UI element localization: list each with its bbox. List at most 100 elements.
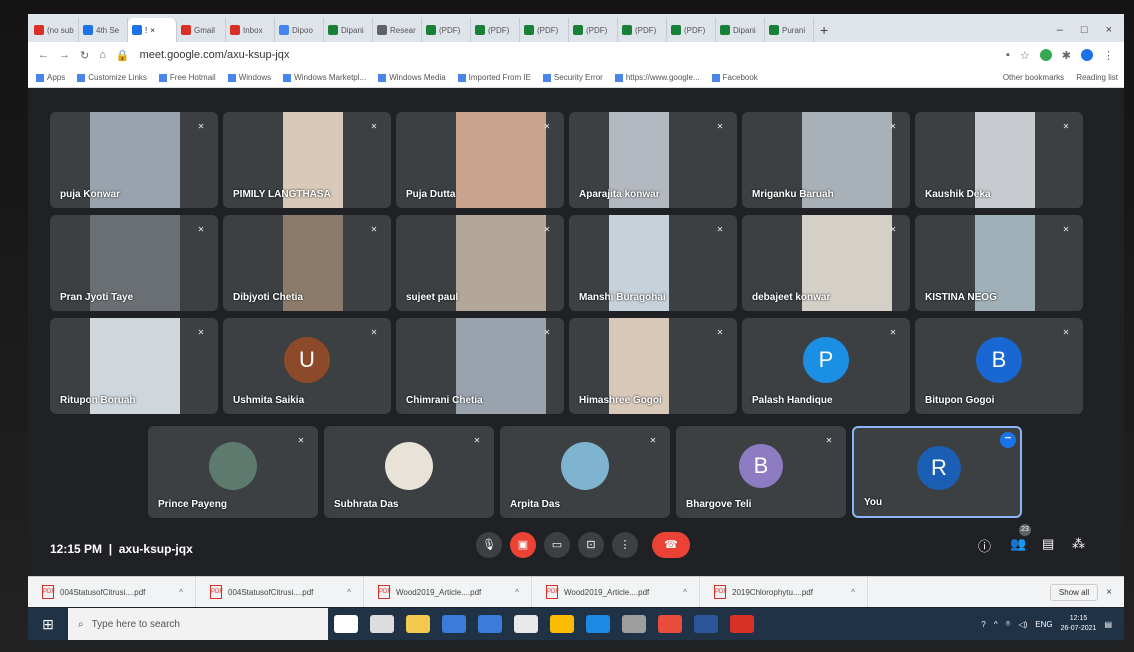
browser-tab[interactable]: (PDF) xyxy=(471,18,520,42)
end-call-button[interactable]: ☎ xyxy=(652,532,690,558)
browser-tab[interactable]: Inbox xyxy=(226,18,275,42)
browser-tab[interactable]: (no sub xyxy=(30,18,79,42)
bookmark-item[interactable]: https://www.google... xyxy=(614,73,700,82)
present-button[interactable]: ⊡ xyxy=(578,532,604,558)
windows-start-icon[interactable]: ⊞ xyxy=(28,616,68,633)
participant-tile[interactable]: ✕ Aparajita konwar xyxy=(569,112,737,208)
cortana-icon[interactable] xyxy=(334,615,358,633)
participant-tile[interactable]: ✕ sujeet paul xyxy=(396,215,564,311)
participant-tile[interactable]: ✕ Arpita Das xyxy=(500,426,670,518)
media-icon[interactable] xyxy=(586,615,610,633)
taskbar-search[interactable]: ⌕ Type here to search xyxy=(68,608,328,640)
browser-tab[interactable]: Dipani xyxy=(324,18,373,42)
minimize-icon[interactable]: – xyxy=(1057,24,1063,36)
info-icon[interactable]: ⓘ xyxy=(978,536,991,555)
participant-tile[interactable]: ✕ Mriganku Baruah xyxy=(742,112,910,208)
activities-icon[interactable]: ⁂ xyxy=(1072,536,1085,552)
app-icon[interactable] xyxy=(658,615,682,633)
chevron-up-icon[interactable]: ^ xyxy=(179,588,183,597)
participant-tile[interactable]: B ✕ Bitupon Gogoi xyxy=(915,318,1083,414)
back-icon[interactable]: ← xyxy=(38,49,49,61)
browser-tab[interactable]: (PDF) xyxy=(618,18,667,42)
photos-icon[interactable] xyxy=(622,615,646,633)
browser-tab[interactable]: Gmail xyxy=(177,18,226,42)
participant-tile[interactable]: ✕ Prince Payeng xyxy=(148,426,318,518)
network-icon[interactable]: ⌾ xyxy=(1006,619,1011,629)
acrobat-icon[interactable] xyxy=(730,615,754,633)
chevron-up-icon[interactable]: ^ xyxy=(683,588,687,597)
microphone-button[interactable]: 🎙 xyxy=(476,532,502,558)
bookmark-item[interactable]: Windows xyxy=(227,73,271,82)
close-downloads-icon[interactable]: × xyxy=(1106,587,1112,598)
chevron-up-icon[interactable]: ^ xyxy=(515,588,519,597)
chrome-icon[interactable] xyxy=(550,615,574,633)
language-indicator[interactable]: ENG xyxy=(1035,620,1052,629)
file-explorer-icon[interactable] xyxy=(406,615,430,633)
camera-off-button[interactable]: ▣ xyxy=(510,532,536,558)
participant-tile[interactable]: ✕ Ritupon Boruah xyxy=(50,318,218,414)
chat-icon[interactable]: ▤ xyxy=(1042,536,1054,552)
url-field[interactable]: meet.google.com/axu-ksup-jqx xyxy=(140,49,290,61)
participant-tile[interactable]: ✕ Subhrata Das xyxy=(324,426,494,518)
browser-tab[interactable]: (PDF) xyxy=(667,18,716,42)
help-icon[interactable]: ? xyxy=(981,620,985,629)
participant-tile[interactable]: R ••• You xyxy=(852,426,1022,518)
download-item[interactable]: PDF 2019Chlorophytu....pdf ^ xyxy=(700,577,868,607)
participant-tile[interactable]: U ✕ Ushmita Saikia xyxy=(223,318,391,414)
extension-icon[interactable] xyxy=(1039,49,1052,61)
download-item[interactable]: PDF 004StatusofCitrusi....pdf ^ xyxy=(196,577,364,607)
bookmark-star-icon[interactable]: ☆ xyxy=(1020,49,1030,62)
browser-tab[interactable]: (PDF) xyxy=(520,18,569,42)
bookmark-item[interactable]: Free Hotmail xyxy=(158,73,216,82)
close-tab-icon[interactable]: × xyxy=(150,26,155,35)
show-all-button[interactable]: Show all xyxy=(1049,583,1099,601)
browser-tab[interactable]: Purani xyxy=(765,18,814,42)
maximize-icon[interactable]: □ xyxy=(1081,24,1088,36)
bookmark-folder[interactable]: Other bookmarks xyxy=(1003,73,1064,82)
more-options-icon[interactable]: ••• xyxy=(1000,432,1016,448)
participant-tile[interactable]: B ✕ Bhargove Teli xyxy=(676,426,846,518)
home-icon[interactable]: ⌂ xyxy=(99,49,106,61)
bookmark-folder[interactable]: Reading list xyxy=(1076,73,1118,82)
extensions-icon[interactable]: ✱ xyxy=(1062,49,1071,62)
chevron-up-icon[interactable]: ^ xyxy=(994,620,998,629)
participant-tile[interactable]: ✕ Dibjyoti Chetia xyxy=(223,215,391,311)
people-icon[interactable]: 👥 xyxy=(1010,536,1026,552)
browser-tab[interactable]: (PDF) xyxy=(569,18,618,42)
menu-icon[interactable]: ⋮ xyxy=(1103,49,1114,62)
close-window-icon[interactable]: × xyxy=(1106,24,1112,36)
participant-tile[interactable]: ✕ debajeet konwar xyxy=(742,215,910,311)
participant-tile[interactable]: P ✕ Palash Handique xyxy=(742,318,910,414)
download-item[interactable]: PDF 004StatusofCitrusi....pdf ^ xyxy=(28,577,196,607)
participant-tile[interactable]: ✕ Kaushik Deka xyxy=(915,112,1083,208)
reload-icon[interactable]: ↻ xyxy=(80,49,89,62)
participant-tile[interactable]: ✕ Pran Jyoti Taye xyxy=(50,215,218,311)
store-icon[interactable] xyxy=(442,615,466,633)
participant-tile[interactable]: ✕ Manshi Buragohai xyxy=(569,215,737,311)
bookmark-item[interactable]: Facebook xyxy=(711,73,758,82)
chevron-up-icon[interactable]: ^ xyxy=(851,588,855,597)
opera-icon[interactable] xyxy=(514,615,538,633)
bookmark-item[interactable]: Windows Marketpl... xyxy=(283,73,366,82)
browser-tab[interactable]: ! × xyxy=(128,18,177,42)
cast-icon[interactable]: ▪ xyxy=(1006,49,1010,61)
bookmark-item[interactable]: Windows Media xyxy=(378,73,446,82)
more-options-button[interactable]: ⋮ xyxy=(612,532,638,558)
bookmark-item[interactable]: Customize Links xyxy=(77,73,147,82)
notifications-icon[interactable]: ▤ xyxy=(1104,620,1112,629)
browser-tab[interactable]: Dipani xyxy=(716,18,765,42)
participant-tile[interactable]: ✕ Himashree Gogoi xyxy=(569,318,737,414)
new-tab-icon[interactable]: + xyxy=(814,18,834,42)
chevron-up-icon[interactable]: ^ xyxy=(347,588,351,597)
volume-icon[interactable]: ◁) xyxy=(1018,620,1027,629)
bookmark-item[interactable]: Security Error xyxy=(542,73,603,82)
participant-tile[interactable]: ✕ PIMILY LANGTHASA xyxy=(223,112,391,208)
bookmark-item[interactable]: Imported From IE xyxy=(457,73,531,82)
profile-avatar[interactable] xyxy=(1081,49,1093,61)
browser-tab[interactable]: Dipoo xyxy=(275,18,324,42)
participant-tile[interactable]: ✕ puja Konwar xyxy=(50,112,218,208)
participant-tile[interactable]: ✕ Puja Dutta xyxy=(396,112,564,208)
participant-tile[interactable]: ✕ Chimrani Chetia xyxy=(396,318,564,414)
word-icon[interactable] xyxy=(694,615,718,633)
download-item[interactable]: PDF Wood2019_Article....pdf ^ xyxy=(364,577,532,607)
